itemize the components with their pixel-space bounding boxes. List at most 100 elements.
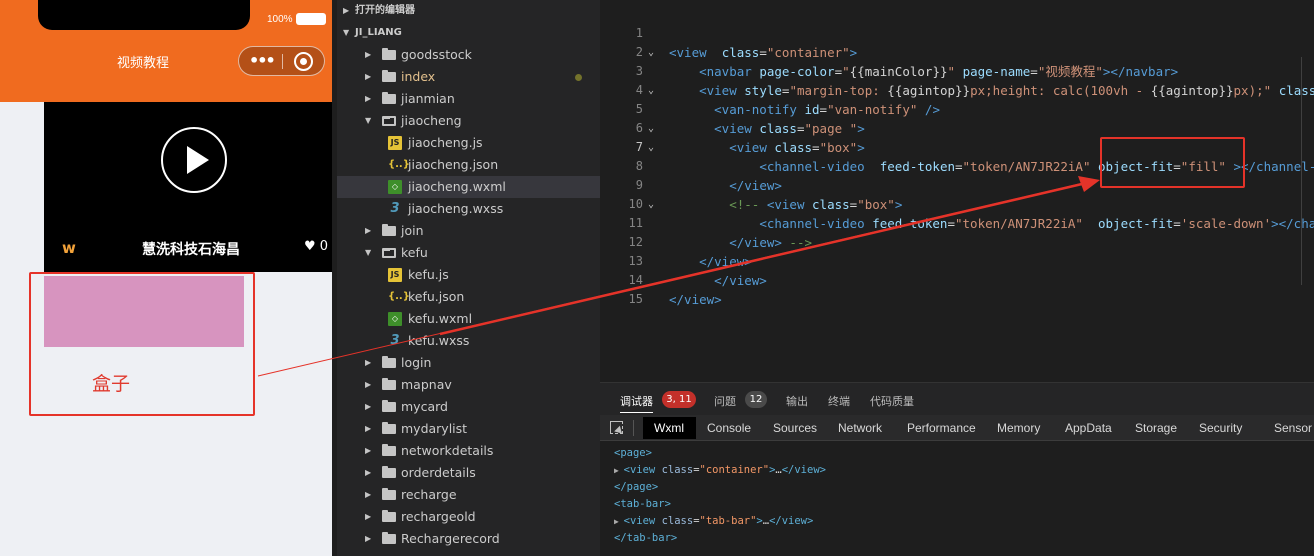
line-number: 7 xyxy=(635,140,643,154)
project-section[interactable]: ▼ JI_LIANG xyxy=(337,22,600,44)
panel-tab-memory[interactable]: Memory xyxy=(997,421,1040,435)
fold-chevron-icon[interactable]: ⌄ xyxy=(648,81,654,100)
folder-item[interactable]: ▶ rechargeold xyxy=(337,506,600,528)
code-line[interactable]: 2 ⌄ <view class="container"> xyxy=(600,43,1314,62)
panel-tab-storage[interactable]: Storage xyxy=(1135,421,1177,435)
folder-open-icon xyxy=(382,248,396,258)
code-line[interactable]: 15 </view> xyxy=(600,290,1314,309)
folder-item[interactable]: ▶ orderdetails xyxy=(337,462,600,484)
modified-dot-icon xyxy=(575,74,582,81)
inspect-element-icon[interactable] xyxy=(610,421,623,434)
file-item[interactable]: ◇ kefu.wxml xyxy=(337,308,600,330)
fold-chevron-icon[interactable]: ⌄ xyxy=(648,43,654,62)
tab-output[interactable]: 输出 xyxy=(786,393,808,409)
file-item[interactable]: JS jiaocheng.js xyxy=(337,132,600,154)
code-line[interactable]: 11 <channel-video feed-token="token/AN7J… xyxy=(600,214,1314,233)
tree-item-label: recharge xyxy=(401,487,457,502)
line-number: 5 xyxy=(635,102,643,116)
code-line[interactable]: 4 ⌄ <view style="margin-top: {{agintop}}p… xyxy=(600,81,1314,100)
code-line[interactable]: 3 <navbar page-color="{{mainColor}}" pag… xyxy=(600,62,1314,81)
expand-triangle-icon[interactable]: ▶ xyxy=(614,466,624,475)
fold-chevron-icon[interactable]: ⌄ xyxy=(648,119,654,138)
code-text: <van-notify id="van-notify" /> xyxy=(714,102,940,117)
wxml-node[interactable]: </tab-bar> xyxy=(614,530,677,547)
wxml-node[interactable]: <page> xyxy=(614,445,652,462)
code-editor[interactable]: 1 2 ⌄ <view class="container"> 3 <navbar pag… xyxy=(600,0,1314,382)
folder-item[interactable]: ▼ jiaocheng xyxy=(337,110,600,132)
tree-item-label: kefu.js xyxy=(408,267,449,282)
line-number: 11 xyxy=(628,216,643,230)
code-line[interactable]: 12 </view> --> xyxy=(600,233,1314,252)
wxml-node[interactable]: ▶ <view class="tab-bar">…</view> xyxy=(614,513,813,530)
file-item[interactable]: 3 kefu.wxss xyxy=(337,330,600,352)
channel-name: 慧洗科技石海昌 xyxy=(142,242,240,258)
folder-item[interactable]: ▶ mapnav xyxy=(337,374,600,396)
chevron-right-icon: ▶ xyxy=(365,94,372,103)
panel-tab-sources[interactable]: Sources xyxy=(773,421,817,435)
close-miniprogram-icon[interactable] xyxy=(294,52,313,71)
panel-tab-security[interactable]: Security xyxy=(1199,421,1242,435)
folder-item[interactable]: ▼ kefu xyxy=(337,242,600,264)
like-count-value: 0 xyxy=(319,239,329,254)
folder-item[interactable]: ▶ index xyxy=(337,66,600,88)
open-editors-section[interactable]: ▶ 打开的编辑器 xyxy=(337,0,600,22)
code-line[interactable]: 14 </view> xyxy=(600,271,1314,290)
tab-code-quality[interactable]: 代码质量 xyxy=(870,393,914,409)
panel-tab-network[interactable]: Network xyxy=(838,421,882,435)
fold-chevron-icon[interactable]: ⌄ xyxy=(648,138,654,157)
tree-item-label: login xyxy=(401,355,432,370)
folder-icon xyxy=(382,70,396,82)
line-number: 12 xyxy=(628,235,643,249)
file-item[interactable]: ◇ jiaocheng.wxml xyxy=(337,176,600,198)
tree-item-label: mycard xyxy=(401,399,448,414)
code-line[interactable]: 6 ⌄ <view class="page "> xyxy=(600,119,1314,138)
wxss-file-icon: 3 xyxy=(390,333,400,348)
tree-item-label: jiaocheng.json xyxy=(408,157,499,172)
code-line[interactable]: 13 </view> xyxy=(600,252,1314,271)
code-line[interactable]: 1 xyxy=(600,24,1314,43)
folder-item[interactable]: ▶ login xyxy=(337,352,600,374)
open-editors-label: 打开的编辑器 xyxy=(355,5,415,16)
channel-video[interactable]: ᴡ 慧洗科技石海昌 ♥ 0 xyxy=(44,102,332,272)
wxml-node[interactable]: <tab-bar> xyxy=(614,496,671,513)
code-line[interactable]: 5 <van-notify id="van-notify" /> xyxy=(600,100,1314,119)
file-explorer: ▶ 打开的编辑器 ▼ JI_LIANG ▶ goodsstock ▶ index ▶ jian… xyxy=(337,0,600,556)
expand-triangle-icon[interactable]: ▶ xyxy=(614,517,624,526)
tab-debugger[interactable]: 调试器 xyxy=(620,393,653,413)
like-count[interactable]: ♥ 0 xyxy=(304,239,328,254)
wxml-node[interactable]: </page> xyxy=(614,479,658,496)
miniprogram-capsule[interactable]: ••• xyxy=(238,46,325,76)
panel-tab-performance[interactable]: Performance xyxy=(907,421,976,435)
panel-tab-console[interactable]: Console xyxy=(707,421,751,435)
code-text: </view> --> xyxy=(729,235,813,250)
code-text: </view> xyxy=(699,254,752,269)
code-line[interactable]: 10 ⌄ <!-- <view class="box"> xyxy=(600,195,1314,214)
code-text: <view class="page "> xyxy=(714,121,865,136)
folder-item[interactable]: ▶ goodsstock xyxy=(337,44,600,66)
folder-item[interactable]: ▶ mydarylist xyxy=(337,418,600,440)
panel-tab-wxml[interactable]: Wxml xyxy=(654,421,684,435)
tab-issues[interactable]: 问题 xyxy=(714,393,736,409)
folder-item[interactable]: ▶ networkdetails xyxy=(337,440,600,462)
more-icon[interactable]: ••• xyxy=(249,53,276,69)
file-item[interactable]: 3 jiaocheng.wxss xyxy=(337,198,600,220)
panel-tab-appdata[interactable]: AppData xyxy=(1065,421,1112,435)
panel-tab-sensor[interactable]: Sensor xyxy=(1274,421,1312,435)
tab-terminal[interactable]: 终端 xyxy=(828,393,850,409)
file-item[interactable]: JS kefu.js xyxy=(337,264,600,286)
wxml-node[interactable]: ▶ <view class="container">…</view> xyxy=(614,462,826,479)
folder-item[interactable]: ▶ join xyxy=(337,220,600,242)
chevron-right-icon: ▶ xyxy=(365,380,372,389)
chevron-down-icon: ▼ xyxy=(365,248,372,257)
fold-chevron-icon[interactable]: ⌄ xyxy=(648,195,654,214)
play-icon[interactable] xyxy=(161,127,227,193)
folder-item[interactable]: ▶ jianmian xyxy=(337,88,600,110)
folder-icon xyxy=(382,422,396,434)
file-item[interactable]: {..} kefu.json xyxy=(337,286,600,308)
chevron-right-icon: ▶ xyxy=(365,468,372,477)
folder-item[interactable]: ▶ mycard xyxy=(337,396,600,418)
folder-item[interactable]: ▶ Rechargerecord xyxy=(337,528,600,550)
folder-item[interactable]: ▶ recharge xyxy=(337,484,600,506)
file-item[interactable]: {..} jiaocheng.json xyxy=(337,154,600,176)
line-number: 4 xyxy=(635,83,643,97)
